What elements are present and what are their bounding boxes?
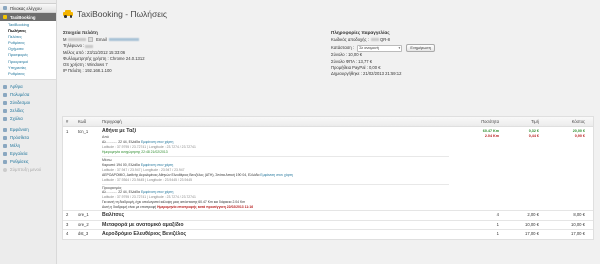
link-icon [3, 100, 7, 105]
table-header: # Κωδ Περιγραφή Ποσότητα Τιμή Κόστος [63, 117, 593, 127]
collapse-icon [3, 167, 7, 172]
table-row: 2 ore_1 Βαλίτσες 4 2,00 € 8,00 € [63, 211, 593, 221]
sidebar-item-dashboard[interactable]: Πίνακας ελέγχου [0, 3, 56, 13]
sidebar-item-comments[interactable]: Σχόλια [0, 115, 56, 123]
edit-icon[interactable] [87, 37, 93, 43]
plugin-icon [3, 135, 7, 140]
to-map-link[interactable]: Εμφάνιση στον χάρτη [141, 190, 173, 194]
customer-ip: IP Πελάτη : 192.168.1.100 [63, 68, 112, 74]
table-row: 4 dst_3 Αεροδρόμιο Ελευθέριος Βενιζέλος … [66, 231, 585, 238]
taxi-icon [63, 10, 73, 18]
page-icon [3, 108, 7, 113]
update-button[interactable]: Ενημέρωση [406, 44, 435, 53]
comment-icon [3, 116, 7, 121]
page-header: TaxiBooking - Πωλήσεις [63, 9, 167, 19]
dashboard-icon [3, 6, 7, 10]
page-title: TaxiBooking - Πωλήσεις [77, 9, 167, 19]
tools-icon [3, 151, 7, 156]
order-status-select[interactable]: Σε αναμονή [357, 44, 403, 52]
sidebar-item-tools[interactable]: Εργαλεία [0, 150, 56, 158]
sidebar-item-appearance[interactable]: Εμφάνιση [0, 126, 56, 134]
sidebar-item-taxibooking[interactable]: TaxiBooking [0, 13, 56, 21]
main-content: TaxiBooking - Πωλήσεις Στοιχεία πελάτη Μ… [57, 0, 600, 264]
submenu-settings-2[interactable]: Ρυθμίσεις [0, 71, 56, 77]
taxibooking-submenu: TaxiBooking Πωλήσεις Πελάτες Ρυθμίσεις Ο… [0, 21, 56, 80]
airport-map-link[interactable]: Εμφάνιση στον χάρτη [260, 173, 292, 177]
appearance-icon [3, 127, 7, 132]
pin-icon [3, 84, 7, 89]
collapse-menu-button[interactable]: Σύμπτυξη μενού [0, 166, 56, 174]
table-row: 1 tcn_1 Αθήνα με Ταξί Από Αλ............… [63, 127, 593, 212]
sidebar-item-pages[interactable]: Σελίδες [0, 107, 56, 115]
sidebar-item-users[interactable]: Μέλη [0, 142, 56, 150]
settings-icon [3, 159, 7, 164]
order-info: Κωδικός αποδοχής : QR-8 Κατάσταση : Σε α… [331, 37, 531, 77]
via-map-link[interactable]: Εμφάνιση στον χάρτη [141, 163, 173, 167]
order-created: Δημιουργήθηκε : 21/02/2013 21:59:12 [331, 71, 402, 77]
order-heading: Πληροφορίες παραγγελίας [331, 30, 390, 35]
table-row: 3 ore_2 Μεταφορά με ανατομικό αμαξίδιο 1… [63, 221, 593, 231]
order-items-table: # Κωδ Περιγραφή Ποσότητα Τιμή Κόστος 1 t… [62, 116, 594, 240]
sidebar-item-media[interactable]: Πολυμέσα [0, 91, 56, 99]
admin-sidebar: Πίνακας ελέγχου TaxiBooking TaxiBooking … [0, 0, 57, 264]
sidebar-item-plugins[interactable]: Πρόσθετα [0, 134, 56, 142]
sidebar-item-links[interactable]: Σύνδεσμοι [0, 99, 56, 107]
from-map-link[interactable]: Εμφάνιση στον χάρτη [141, 140, 173, 144]
route-title: Αθήνα με Ταξί [102, 128, 137, 134]
order-status-row: Κατάσταση : Σε αναμονή Ενημέρωση [331, 43, 531, 53]
sidebar-item-settings[interactable]: Ρυθμίσεις [0, 158, 56, 166]
taxi-icon [3, 15, 7, 19]
customer-heading: Στοιχεία πελάτη [63, 30, 98, 35]
customer-email-link[interactable] [108, 37, 140, 42]
customer-info: Μ Email Τηλέφωνο : Μέλος από : 23/11/201… [63, 37, 313, 75]
users-icon [3, 143, 7, 148]
sidebar-item-posts[interactable]: Άρθρα [0, 83, 56, 91]
media-icon [3, 92, 7, 97]
